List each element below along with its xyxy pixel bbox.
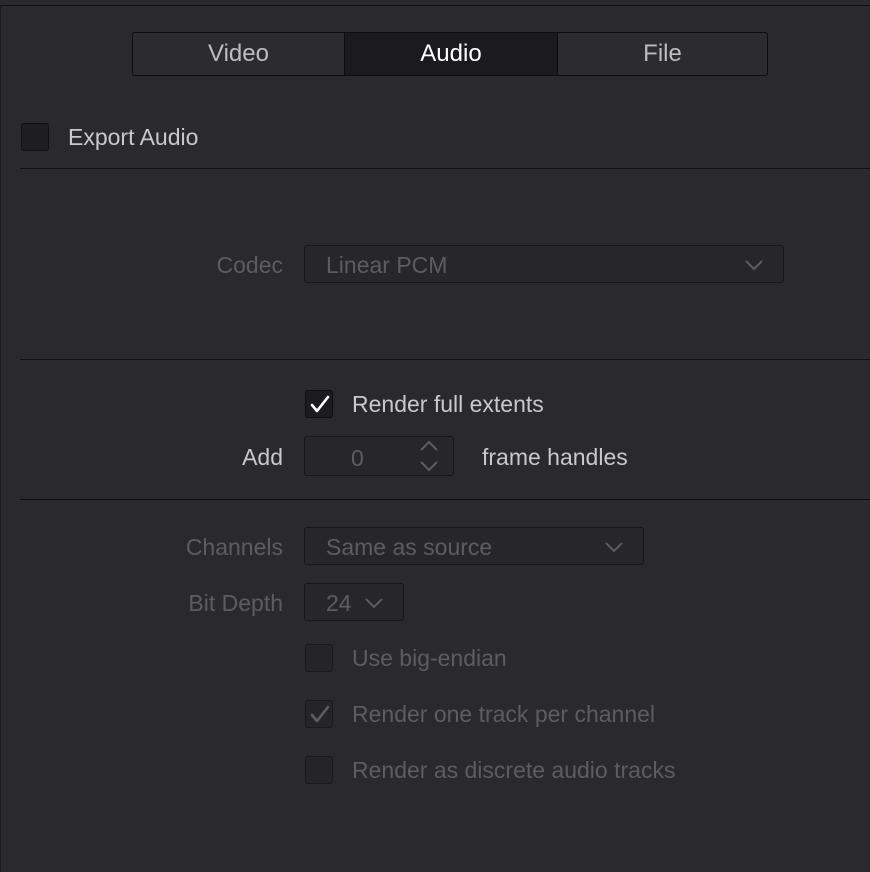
- one-track-per-channel-label: Render one track per channel: [352, 701, 656, 727]
- checkmark-icon: [310, 705, 330, 723]
- codec-select[interactable]: Linear PCM: [304, 245, 784, 283]
- tab-file[interactable]: File: [557, 33, 767, 75]
- codec-label: Codec: [216, 252, 283, 278]
- top-border: [0, 5, 870, 6]
- chevron-down-icon: [745, 260, 763, 271]
- chevron-down-icon: [365, 598, 383, 609]
- render-full-extents-label: Render full extents: [352, 391, 544, 417]
- channels-value: Same as source: [326, 534, 493, 560]
- channels-select[interactable]: Same as source: [304, 527, 644, 565]
- big-endian-label: Use big-endian: [352, 645, 507, 671]
- left-border: [0, 5, 1, 872]
- tab-video[interactable]: Video: [133, 33, 344, 75]
- export-audio-checkbox[interactable]: [21, 123, 49, 151]
- divider: [20, 499, 870, 500]
- bit-depth-label: Bit Depth: [188, 590, 283, 616]
- render-full-extents-checkbox[interactable]: [305, 390, 333, 418]
- discrete-audio-tracks-label: Render as discrete audio tracks: [352, 757, 676, 783]
- render-settings-panel: Video Audio File Export Audio Codec Line…: [0, 0, 870, 872]
- frame-handles-stepper[interactable]: 0: [304, 436, 454, 476]
- divider: [20, 359, 870, 360]
- export-audio-label: Export Audio: [68, 124, 199, 150]
- chevron-down-icon: [605, 542, 623, 553]
- channels-label: Channels: [185, 534, 283, 560]
- frame-handles-label: frame handles: [482, 444, 628, 470]
- codec-value: Linear PCM: [326, 252, 448, 278]
- bit-depth-value: 24: [326, 590, 352, 616]
- discrete-audio-tracks-checkbox[interactable]: [305, 756, 333, 784]
- checkmark-icon: [310, 395, 330, 413]
- settings-tabs: Video Audio File: [132, 32, 768, 76]
- big-endian-checkbox[interactable]: [305, 644, 333, 672]
- add-label: Add: [242, 444, 283, 470]
- one-track-per-channel-checkbox[interactable]: [305, 700, 333, 728]
- up-down-arrows-icon[interactable]: [417, 439, 441, 473]
- frame-handles-value: 0: [351, 445, 364, 471]
- divider: [20, 168, 870, 169]
- tab-audio[interactable]: Audio: [344, 33, 557, 75]
- bit-depth-select[interactable]: 24: [304, 583, 404, 621]
